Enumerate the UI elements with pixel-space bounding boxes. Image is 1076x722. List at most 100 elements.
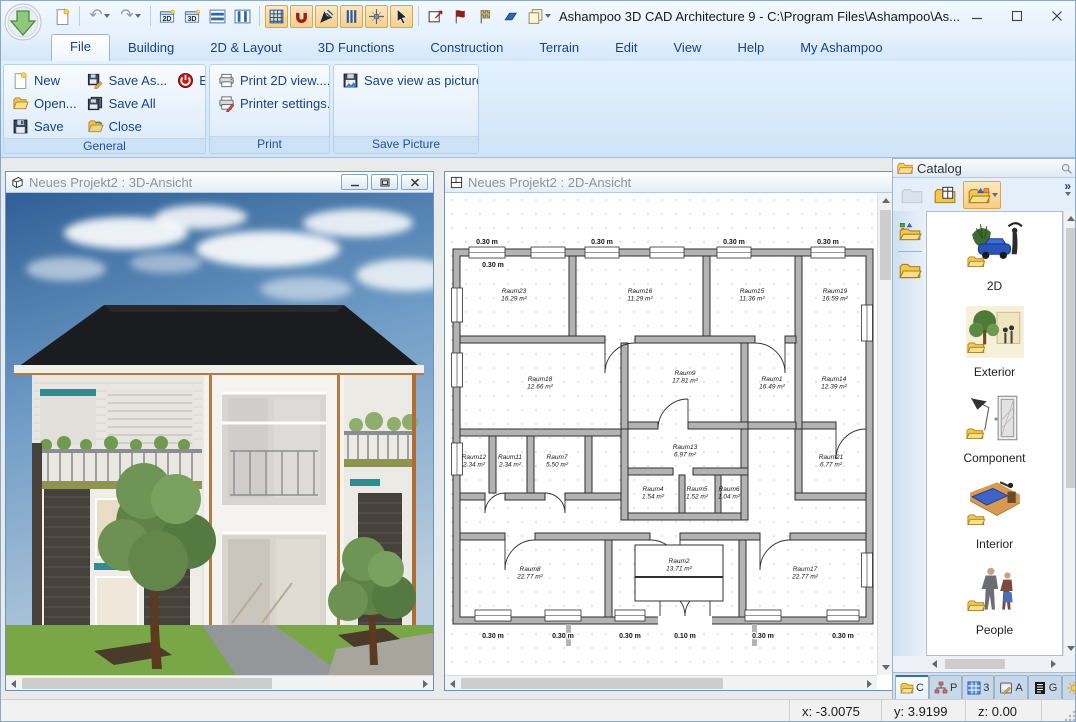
scroll-right-icon[interactable] [862, 676, 877, 691]
tab-file[interactable]: File [51, 34, 110, 61]
ribbon-group-print: Print 2D view....Printer settings...Prin… [209, 64, 330, 154]
close-button[interactable] [1049, 8, 1065, 24]
transfer-view-icon[interactable] [424, 5, 447, 28]
scrollbar-thumb[interactable] [880, 210, 891, 280]
new-2d-view-icon[interactable]: 2D [156, 5, 179, 28]
new-button[interactable]: New [10, 69, 79, 92]
window-3d-titlebar[interactable]: Neues Projekt2 : 3D-Ansicht [6, 172, 433, 193]
snap-select-icon[interactable] [315, 5, 338, 28]
copy-icon[interactable] [524, 5, 553, 28]
open-button[interactable]: Open... [10, 92, 79, 115]
thumb-interior-icon [966, 478, 1024, 535]
close-button[interactable]: Close [85, 115, 170, 138]
undo-icon[interactable]: ↶ [85, 5, 114, 28]
catalog-item-2d[interactable]: 2D [966, 220, 1024, 293]
tab-building[interactable]: Building [110, 36, 192, 61]
toolbar-separator [79, 6, 80, 26]
catalog-item-interior[interactable]: Interior [966, 478, 1024, 551]
tab-3d-functions[interactable]: 3D Functions [300, 36, 413, 61]
scroll-up-icon[interactable] [878, 193, 893, 208]
new-drawing-icon[interactable] [51, 5, 74, 28]
catalog-tab-1[interactable]: P [929, 675, 962, 699]
dimension-label: 0.30 m [552, 633, 574, 640]
2d-vertical-scrollbar[interactable] [877, 193, 892, 675]
catalog-horizontal-scrollbar[interactable] [893, 656, 1076, 672]
2d-horizontal-scrollbar[interactable] [445, 675, 877, 690]
2d-plan-viewport[interactable]: Raum2316.29 m²Raum1611.29 m²Raum1511.36 … [445, 193, 877, 675]
pointer-icon[interactable] [390, 5, 413, 28]
crosshair-icon[interactable] [365, 5, 388, 28]
exit-button[interactable]: Exit [175, 69, 206, 92]
scroll-right-icon[interactable] [1046, 656, 1061, 671]
objects-catalog-button[interactable] [896, 219, 924, 245]
magnifier-icon[interactable] [1060, 162, 1073, 175]
catalog-tab-3[interactable]: A [994, 675, 1027, 699]
snap-magnet-icon[interactable] [290, 5, 313, 28]
3d-render-viewport[interactable] [6, 193, 433, 675]
scroll-down-icon[interactable] [878, 660, 893, 675]
ribbon-group-label: Save Picture [334, 136, 478, 153]
scroll-left-icon[interactable] [6, 676, 21, 691]
tab-my-ashampoo[interactable]: My Ashampoo [782, 36, 900, 61]
save-button[interactable]: Save [10, 115, 79, 138]
scroll-left-icon[interactable] [445, 676, 460, 691]
flag-pattern-icon[interactable] [474, 5, 497, 28]
room-label: Raum216.77 m² [819, 454, 844, 469]
rib-save-all-icon [87, 95, 104, 112]
new-3d-view-icon[interactable]: 3D [181, 5, 204, 28]
catalog-tab-0[interactable]: C [895, 675, 929, 699]
scrollbar-thumb[interactable] [22, 678, 272, 689]
catalog-tab-5[interactable]: P [1062, 675, 1076, 699]
print-2d-view-button[interactable]: Print 2D view.... [216, 69, 323, 92]
tab-terrain[interactable]: Terrain [521, 36, 597, 61]
close-view-button[interactable] [401, 174, 428, 190]
plane-icon[interactable] [499, 5, 522, 28]
save-view-as-picture-button[interactable]: Save view as picture [340, 69, 472, 92]
folder-up-button[interactable] [897, 181, 927, 209]
resize-grip-icon[interactable] [1064, 710, 1076, 722]
scrollbar-thumb[interactable] [1066, 228, 1076, 488]
save-all-button[interactable]: Save All [85, 92, 170, 115]
save-as-button[interactable]: Save As... [85, 69, 170, 92]
split-vertical-icon[interactable] [231, 5, 254, 28]
scrollbar-thumb[interactable] [945, 659, 1005, 669]
scroll-left-icon[interactable] [927, 656, 942, 671]
tab-edit[interactable]: Edit [597, 36, 655, 61]
catalog-more-button[interactable]: » [1064, 179, 1071, 193]
restore-view-button[interactable] [371, 174, 398, 190]
catalog-item-component[interactable]: Component [963, 392, 1025, 465]
catalog-item-people[interactable]: People [966, 564, 1024, 637]
catalog-windows-button[interactable] [930, 181, 960, 209]
window-2d-titlebar[interactable]: Neues Projekt2 : 2D-Ansicht [445, 172, 892, 193]
catalog-objects-button[interactable] [963, 181, 1001, 209]
split-horizontal-icon[interactable] [206, 5, 229, 28]
tab-help[interactable]: Help [719, 36, 782, 61]
maximize-button[interactable] [1009, 8, 1025, 24]
3d-horizontal-scrollbar[interactable] [6, 675, 433, 690]
scroll-right-icon[interactable] [418, 676, 433, 691]
tab-construction[interactable]: Construction [412, 36, 521, 61]
flag-icon[interactable] [449, 5, 472, 28]
scroll-up-icon[interactable] [1064, 211, 1076, 226]
room-label: Raum1916.59 m² [822, 288, 848, 303]
catalog-vertical-scrollbar[interactable] [1063, 211, 1076, 656]
minimize-button[interactable] [969, 8, 985, 24]
minimize-view-button[interactable] [341, 174, 368, 190]
catalog-item-exterior[interactable]: Exterior [966, 306, 1024, 379]
guidelines-icon[interactable] [340, 5, 363, 28]
tab-2d-layout[interactable]: 2D & Layout [192, 36, 300, 61]
app-menu-button[interactable] [4, 3, 42, 41]
grid-icon[interactable] [265, 5, 288, 28]
catalog-tab-2[interactable]: 3 [962, 675, 994, 699]
catalog-header[interactable]: Catalog [893, 159, 1076, 178]
redo-icon[interactable]: ↷ [116, 5, 145, 28]
printer-settings-button[interactable]: Printer settings... [216, 92, 323, 115]
room-label: Raum822.77 m² [516, 566, 543, 581]
room-label: Raum75.50 m² [546, 454, 569, 469]
scroll-down-icon[interactable] [1064, 641, 1076, 656]
groups-catalog-button[interactable] [896, 258, 924, 284]
scrollbar-thumb[interactable] [461, 678, 723, 689]
tab-grid-icon [967, 681, 981, 695]
tab-view[interactable]: View [656, 36, 720, 61]
catalog-tab-4[interactable]: G [1028, 675, 1063, 699]
